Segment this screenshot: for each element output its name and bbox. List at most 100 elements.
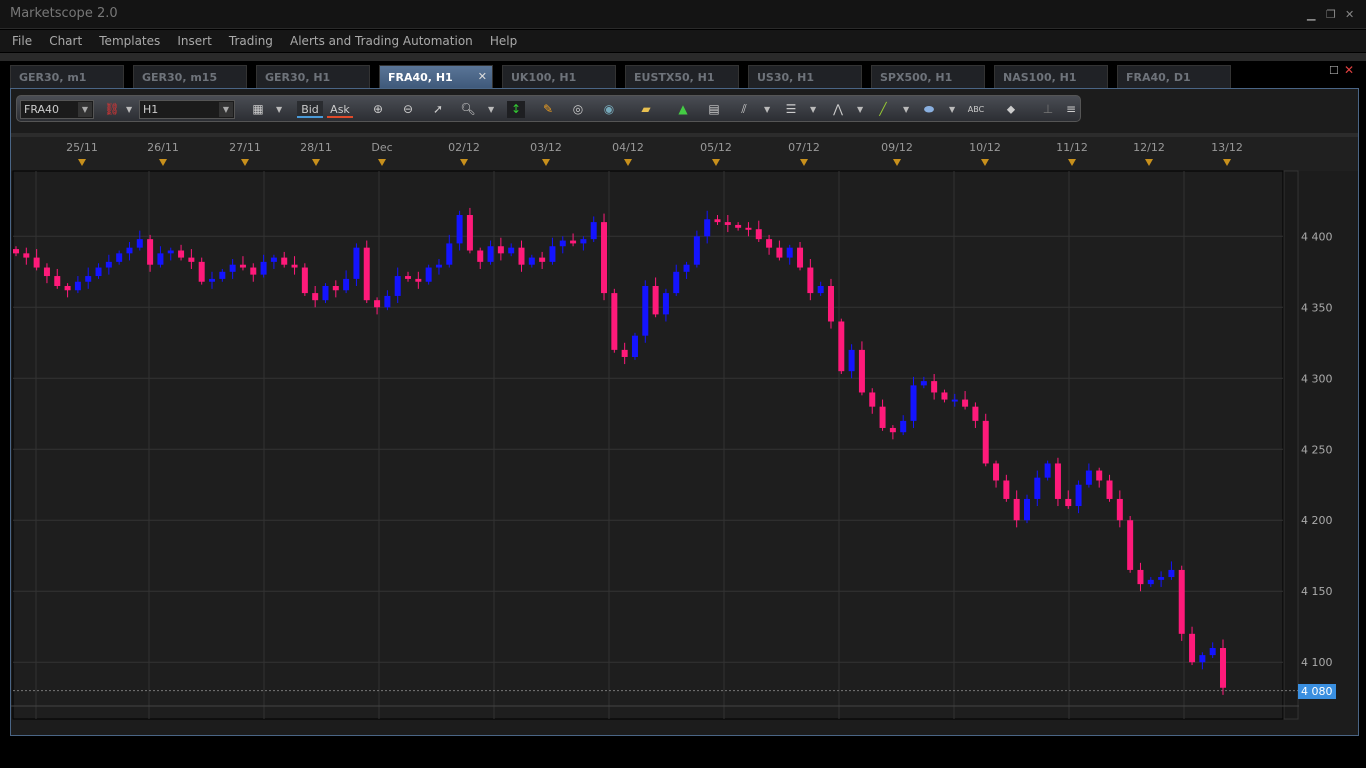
candle-down — [147, 239, 154, 265]
candle-down — [621, 349, 628, 357]
candle-up — [1044, 463, 1051, 478]
candle-up — [508, 247, 515, 254]
candle-down — [879, 406, 886, 428]
candle-up — [1147, 579, 1154, 585]
tab-label: SPX500, H1 — [880, 71, 953, 84]
candle-up — [528, 257, 535, 265]
candle-up — [219, 271, 226, 279]
candle-up — [353, 247, 360, 279]
tab-label: US30, H1 — [757, 71, 815, 84]
candle-down — [807, 267, 814, 294]
candle-up — [322, 285, 329, 301]
tab-ger30-m15[interactable]: GER30, m15 — [133, 65, 247, 89]
tab-us30-h1[interactable]: US30, H1 — [748, 65, 862, 89]
tab-label: NAS100, H1 — [1003, 71, 1077, 84]
candle-down — [993, 463, 1000, 481]
candle-down — [982, 420, 989, 464]
menu-file[interactable]: File — [12, 30, 32, 48]
tab-nas100-h1[interactable]: NAS100, H1 — [994, 65, 1108, 89]
candle-down — [570, 240, 577, 244]
candle-down — [611, 293, 618, 350]
candle-down — [1013, 498, 1020, 521]
candle-down — [301, 267, 308, 294]
candle-up — [1034, 477, 1041, 499]
tab-fra40-h1[interactable]: FRA40, H1 ✕ — [379, 65, 493, 89]
candle-down — [291, 264, 298, 268]
y-tick-label: 4 250 — [1301, 443, 1333, 456]
candle-down — [363, 247, 370, 301]
tab-spx500-h1[interactable]: SPX500, H1 — [871, 65, 985, 89]
candle-up — [384, 295, 391, 308]
menu-trading[interactable]: Trading — [229, 30, 273, 48]
title-bar: Marketscope 2.0 ▁ ❐ ✕ — [0, 0, 1366, 29]
minimize-button[interactable]: ▁ — [1307, 8, 1315, 21]
candle-down — [735, 224, 742, 228]
candle-up — [126, 247, 133, 254]
candle-up — [642, 285, 649, 336]
close-button[interactable]: ✕ — [1345, 8, 1354, 21]
candle-down — [178, 250, 185, 258]
candle-up — [435, 264, 442, 268]
candle-down — [374, 300, 381, 308]
candle-up — [425, 267, 432, 282]
y-tick-label: 4 150 — [1301, 585, 1333, 598]
tab-ger30-h1[interactable]: GER30, H1 — [256, 65, 370, 89]
candle-down — [13, 249, 19, 254]
candle-up — [394, 276, 401, 296]
candle-down — [415, 278, 422, 282]
close-tab-icon[interactable]: ✕ — [478, 70, 487, 83]
candle-down — [931, 381, 938, 393]
candle-down — [827, 285, 834, 322]
candle-down — [962, 399, 969, 407]
tab-uk100-h1[interactable]: UK100, H1 — [502, 65, 616, 89]
candle-up — [270, 257, 277, 262]
restore-button[interactable]: ❐ — [1326, 8, 1336, 21]
close-chart-icon[interactable]: ✕ — [1344, 63, 1354, 77]
candle-up — [74, 281, 81, 291]
price-chart[interactable]: 4 4004 3504 3004 2504 2004 1504 10024/11… — [11, 89, 1358, 735]
menu-insert[interactable]: Insert — [177, 30, 211, 48]
candle-up — [157, 253, 164, 265]
y-tick-label: 4 350 — [1301, 301, 1333, 314]
tab-label: FRA40, D1 — [1126, 71, 1191, 84]
candle-up — [209, 278, 216, 282]
candle-up — [1023, 498, 1030, 521]
tab-ger30-m1[interactable]: GER30, m1 — [10, 65, 124, 89]
plot-area — [12, 170, 1284, 720]
candle-up — [910, 385, 917, 421]
menu-alerts[interactable]: Alerts and Trading Automation — [290, 30, 473, 48]
candle-down — [601, 222, 608, 294]
menu-templates[interactable]: Templates — [99, 30, 160, 48]
y-tick-label: 4 400 — [1301, 230, 1333, 243]
candle-down — [1220, 648, 1226, 688]
candle-down — [466, 215, 473, 251]
candle-up — [343, 278, 350, 291]
tab-label: FRA40, H1 — [388, 71, 453, 84]
menu-chart[interactable]: Chart — [49, 30, 82, 48]
candle-down — [869, 392, 876, 407]
maximize-chart-icon[interactable]: ☐ — [1329, 64, 1339, 77]
menu-help[interactable]: Help — [490, 30, 517, 48]
candle-up — [673, 271, 680, 294]
candle-up — [85, 276, 92, 282]
candle-up — [95, 267, 102, 277]
candle-up — [446, 243, 453, 265]
candle-up — [229, 264, 236, 272]
separator — [0, 53, 1366, 61]
candle-up — [920, 381, 927, 386]
candle-up — [683, 264, 690, 272]
candle-down — [64, 285, 71, 291]
chart-window: FRA40 ▼ ⛓ ▼ H1 ▼ ▦ ▼ Bid Ask ⊕ ⊖ ➚ 🔍︎ ▼ ↕ ✎ ◎… — [10, 88, 1359, 736]
candle-up — [487, 246, 494, 262]
tab-fra40-d1[interactable]: FRA40, D1 — [1117, 65, 1231, 89]
candle-up — [817, 285, 824, 294]
candle-up — [631, 335, 638, 357]
candle-down — [1189, 633, 1196, 663]
candle-down — [250, 267, 257, 275]
tab-eustx50-h1[interactable]: EUSTX50, H1 — [625, 65, 739, 89]
candle-up — [136, 239, 143, 248]
candle-down — [497, 246, 504, 254]
candle-up — [1168, 569, 1175, 578]
candle-up — [580, 239, 587, 244]
candle-up — [704, 219, 711, 237]
